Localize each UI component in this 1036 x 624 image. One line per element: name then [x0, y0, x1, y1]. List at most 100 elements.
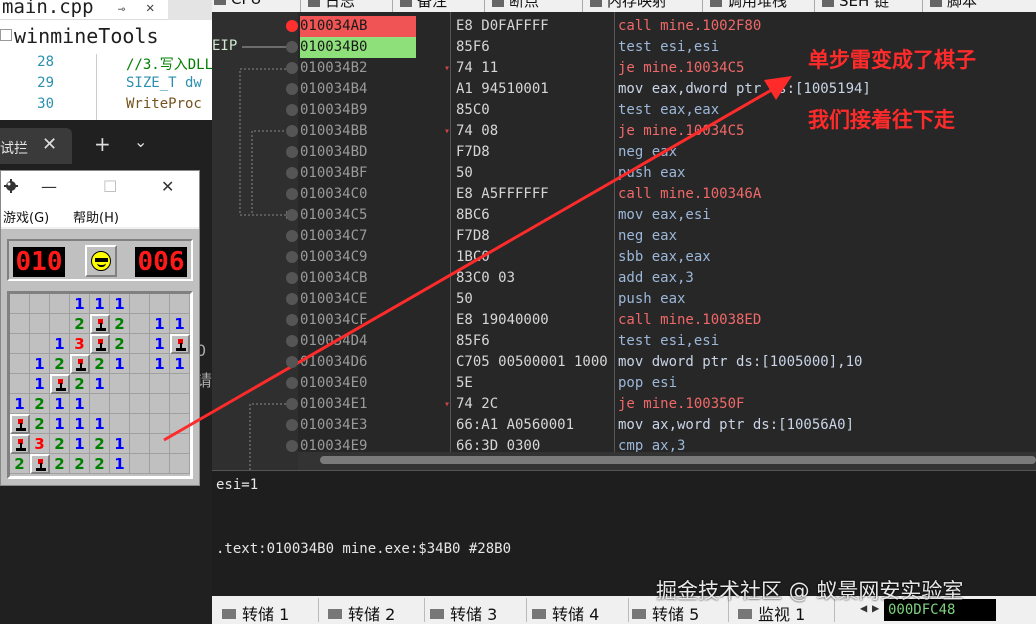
- number-cell[interactable]: 1: [50, 414, 70, 434]
- empty-cell[interactable]: [10, 374, 30, 394]
- empty-cell[interactable]: [170, 294, 190, 314]
- breakpoint-toggle[interactable]: [286, 440, 298, 452]
- number-cell[interactable]: 1: [70, 414, 90, 434]
- breakpoint-toggle[interactable]: [286, 104, 298, 116]
- disasm-row[interactable]: 010034C9 1BC0 sbb eax,eax: [298, 247, 1036, 268]
- number-cell[interactable]: 2: [90, 354, 110, 374]
- debugger-tab[interactable]: 日志: [308, 0, 355, 11]
- disasm-row[interactable]: 010034C0 E8 A5FFFFFF call mine.100346A: [298, 184, 1036, 205]
- breakpoint-toggle[interactable]: [286, 314, 298, 326]
- breakpoint-toggle[interactable]: [286, 398, 298, 410]
- number-cell[interactable]: 2: [90, 434, 110, 454]
- empty-cell[interactable]: [150, 294, 170, 314]
- number-cell[interactable]: 1: [150, 334, 170, 354]
- number-cell[interactable]: 1: [90, 374, 110, 394]
- number-cell[interactable]: 1: [70, 394, 90, 414]
- breakpoint-toggle[interactable]: [286, 83, 298, 95]
- breakpoint-toggle[interactable]: [286, 356, 298, 368]
- tab-dump-1[interactable]: 转储 1: [222, 601, 289, 624]
- debugger-tab[interactable]: 断点: [492, 0, 539, 11]
- number-cell[interactable]: 1: [110, 454, 130, 474]
- number-cell[interactable]: 1: [170, 314, 190, 334]
- empty-cell[interactable]: [10, 334, 30, 354]
- number-cell[interactable]: 1: [90, 294, 110, 314]
- number-cell[interactable]: 2: [50, 354, 70, 374]
- close-icon[interactable]: ✕: [146, 0, 154, 16]
- empty-cell[interactable]: [170, 414, 190, 434]
- empty-cell[interactable]: [170, 454, 190, 474]
- number-cell[interactable]: 1: [150, 314, 170, 334]
- number-cell[interactable]: 3: [30, 434, 50, 454]
- breakpoint-toggle[interactable]: [286, 188, 298, 200]
- number-cell[interactable]: 1: [70, 434, 90, 454]
- disasm-row[interactable]: 010034D4 85F6 test esi,esi: [298, 331, 1036, 352]
- breakpoint-toggle[interactable]: [286, 125, 298, 137]
- breakpoint-toggle[interactable]: [286, 251, 298, 263]
- sunglasses-smiley-icon[interactable]: [85, 245, 117, 277]
- empty-cell[interactable]: [150, 454, 170, 474]
- number-cell[interactable]: 2: [50, 454, 70, 474]
- number-cell[interactable]: 1: [30, 374, 50, 394]
- breakpoint-toggle[interactable]: [286, 20, 298, 32]
- debugger-tab[interactable]: 脚本: [930, 0, 977, 11]
- chess-piece-cell[interactable]: [50, 374, 70, 394]
- disasm-row[interactable]: 010034E0 5E pop esi: [298, 373, 1036, 394]
- empty-cell[interactable]: [30, 294, 50, 314]
- chess-piece-cell[interactable]: [30, 454, 50, 474]
- disasm-row[interactable]: 010034CE 50 push eax: [298, 289, 1036, 310]
- number-cell[interactable]: 3: [70, 334, 90, 354]
- empty-cell[interactable]: [130, 294, 150, 314]
- empty-cell[interactable]: [130, 414, 150, 434]
- number-cell[interactable]: 1: [110, 294, 130, 314]
- empty-cell[interactable]: [170, 434, 190, 454]
- empty-cell[interactable]: [130, 354, 150, 374]
- empty-cell[interactable]: [170, 374, 190, 394]
- number-cell[interactable]: 2: [30, 414, 50, 434]
- empty-cell[interactable]: [50, 294, 70, 314]
- number-cell[interactable]: 2: [70, 454, 90, 474]
- number-cell[interactable]: 2: [10, 454, 30, 474]
- disasm-row[interactable]: 010034E3 66:A1 A0560001 mov ax,word ptr ds…: [298, 415, 1036, 436]
- menu-game[interactable]: 游戏(G): [3, 207, 49, 226]
- empty-cell[interactable]: [50, 314, 70, 334]
- number-cell[interactable]: 2: [70, 374, 90, 394]
- empty-cell[interactable]: [150, 394, 170, 414]
- empty-cell[interactable]: [10, 294, 30, 314]
- disasm-row[interactable]: 010034E1 74 2C je mine.100350F ▾: [298, 394, 1036, 415]
- debugger-tab[interactable]: CPU: [214, 0, 262, 8]
- empty-cell[interactable]: [150, 434, 170, 454]
- horizontal-scrollbar[interactable]: [298, 452, 1036, 470]
- disasm-row[interactable]: 010034D6 C705 00500001 1000 mov dword ptr …: [298, 352, 1036, 373]
- empty-cell[interactable]: [150, 374, 170, 394]
- number-cell[interactable]: 1: [150, 354, 170, 374]
- debugger-tab[interactable]: SEH 链: [822, 0, 889, 11]
- disasm-row[interactable]: 010034C7 F7D8 neg eax: [298, 226, 1036, 247]
- disasm-row[interactable]: 010034BF 50 push eax: [298, 163, 1036, 184]
- project-selector[interactable]: winmineTools: [0, 24, 212, 50]
- chevron-down-icon[interactable]: ⌄: [134, 132, 147, 151]
- debugger-tab[interactable]: 调用堆栈: [710, 0, 787, 11]
- empty-cell[interactable]: [130, 394, 150, 414]
- empty-cell[interactable]: [130, 314, 150, 334]
- number-cell[interactable]: 1: [110, 434, 130, 454]
- disasm-row[interactable]: 010034B4 A1 94510001 mov eax,dword ptr ds:…: [298, 79, 1036, 100]
- breakpoint-toggle[interactable]: [286, 272, 298, 284]
- menu-help[interactable]: 帮助(H): [73, 207, 119, 226]
- disasm-row[interactable]: 010034BD F7D8 neg eax: [298, 142, 1036, 163]
- breakpoint-toggle[interactable]: [286, 146, 298, 158]
- disasm-row[interactable]: 010034E9 66:3D 0300 cmp ax,3: [298, 436, 1036, 452]
- breakpoint-toggle[interactable]: [286, 377, 298, 389]
- empty-cell[interactable]: [130, 454, 150, 474]
- debugger-tab[interactable]: 备注: [400, 0, 447, 11]
- empty-cell[interactable]: [30, 334, 50, 354]
- disasm-row[interactable]: 010034C5 8BC6 mov eax,esi: [298, 205, 1036, 226]
- minimize-icon[interactable]: —: [41, 177, 57, 196]
- scrollbar-thumb[interactable]: [320, 456, 1036, 464]
- empty-cell[interactable]: [130, 334, 150, 354]
- number-cell[interactable]: 2: [50, 434, 70, 454]
- number-cell[interactable]: 1: [10, 394, 30, 414]
- close-icon[interactable]: ✕: [42, 134, 57, 155]
- tab-dump-3[interactable]: 转储 3: [430, 601, 497, 624]
- breakpoint-toggle[interactable]: [286, 335, 298, 347]
- number-cell[interactable]: 1: [30, 354, 50, 374]
